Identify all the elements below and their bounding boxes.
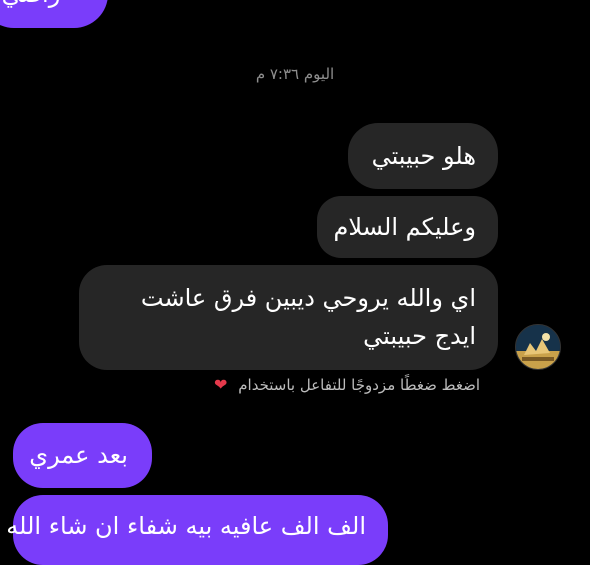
- incoming-message[interactable]: اي والله يروحي ديبين فرق عاشت ايدج حبيبت…: [79, 265, 498, 370]
- reaction-hint: اضغط ضغطًا مزدوجًا للتفاعل باستخدام ❤: [150, 375, 480, 394]
- outgoing-message[interactable]: الف الف عافيه بيه شفاء ان شاء الله: [6, 495, 388, 565]
- avatar-image: [516, 325, 560, 369]
- message-text: راضي: [2, 0, 61, 8]
- message-text: هلو حبيبتي: [371, 142, 476, 170]
- previous-outgoing-message[interactable]: راضي: [0, 0, 108, 28]
- outgoing-message[interactable]: بعد عمري: [13, 423, 152, 488]
- timestamp-label: اليوم ٧:٣٦ م: [255, 65, 335, 83]
- message-text: وعليكم السلام: [333, 213, 476, 241]
- incoming-message[interactable]: هلو حبيبتي: [348, 123, 498, 189]
- sender-avatar[interactable]: [515, 324, 561, 370]
- message-text: اي والله يروحي ديبين فرق عاشت ايدج حبيبت…: [140, 284, 476, 350]
- heart-icon[interactable]: ❤: [214, 375, 227, 394]
- message-text: بعد عمري: [29, 441, 128, 469]
- message-text: الف الف عافيه بيه شفاء ان شاء الله: [6, 512, 366, 540]
- incoming-message[interactable]: وعليكم السلام: [317, 196, 498, 258]
- reaction-hint-text: اضغط ضغطًا مزدوجًا للتفاعل باستخدام: [238, 376, 480, 394]
